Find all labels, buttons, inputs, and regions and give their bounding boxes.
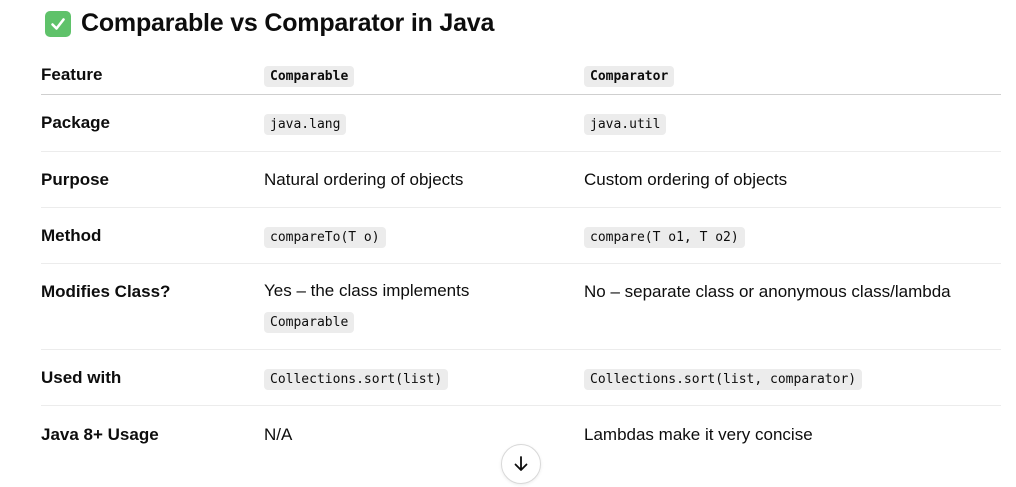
row-comparator-cell: compare(T o1, T o2) <box>584 207 1001 264</box>
row-comparable-code: java.lang <box>264 114 347 135</box>
row-comparator-code: compare(T o1, T o2) <box>584 226 745 248</box>
arrow-down-icon <box>514 456 528 471</box>
row-comparator-cell: java.util <box>584 94 1001 152</box>
page: Comparable vs Comparator in Java Feature… <box>0 0 1016 487</box>
row-feature: Package <box>41 94 264 152</box>
scroll-down-button[interactable] <box>501 444 541 484</box>
table-row: Method compareTo(T o) compare(T o1, T o2… <box>41 207 1001 264</box>
header-feature: Feature <box>41 56 264 95</box>
header-comparator-code: Comparator <box>584 66 675 87</box>
row-comparator-text: Lambdas make it very concise <box>584 424 813 444</box>
row-comparator-text: No – separate class or anonymous class/l… <box>584 263 1001 350</box>
row-feature: Used with <box>41 349 264 406</box>
row-comparable-cell: compareTo(T o) <box>264 207 584 264</box>
header-feature-label: Feature <box>41 65 103 84</box>
row-feature: Purpose <box>41 151 264 208</box>
row-comparable-cell: Yes – the class implements Comparable <box>264 263 584 350</box>
row-comparable-text: Yes – the class implements <box>264 280 470 300</box>
table-row: Modifies Class? Yes – the class implemen… <box>41 263 1001 350</box>
header-comparator: Comparator <box>584 56 1001 95</box>
row-comparator-cell: Collections.sort(list, comparator) <box>584 349 1001 406</box>
row-feature: Java 8+ Usage <box>41 424 159 444</box>
heading-title: Comparable vs Comparator in Java <box>81 9 495 37</box>
check-mark-button-icon <box>45 10 71 37</box>
comparison-table: Feature Comparable Comparator Package ja… <box>41 56 1001 464</box>
header-comparable-code: Comparable <box>264 66 355 87</box>
row-comparator-code: Collections.sort(list, comparator) <box>584 368 863 390</box>
row-feature: Modifies Class? <box>41 263 264 350</box>
row-comparable-code: Comparable <box>264 311 355 333</box>
section-heading: Comparable vs Comparator in Java <box>45 9 494 38</box>
table-row: Package java.lang java.util <box>41 94 1001 152</box>
table-row: Purpose Natural ordering of objects Cust… <box>41 151 1001 208</box>
row-comparator-text: Custom ordering of objects <box>584 151 1001 208</box>
table-row: Used with Collections.sort(list) Collect… <box>41 349 1001 406</box>
row-comparable-cell: java.lang <box>264 94 584 152</box>
row-comparable-text: Natural ordering of objects <box>264 151 584 208</box>
row-feature: Method <box>41 207 264 264</box>
row-comparable-code: Collections.sort(list) <box>264 368 449 390</box>
header-comparable: Comparable <box>264 56 584 95</box>
row-comparable-code: compareTo(T o) <box>264 226 386 248</box>
row-comparator-code: java.util <box>584 114 667 135</box>
row-comparable-cell: Collections.sort(list) <box>264 349 584 406</box>
table-header-row: Feature Comparable Comparator <box>41 56 1001 95</box>
